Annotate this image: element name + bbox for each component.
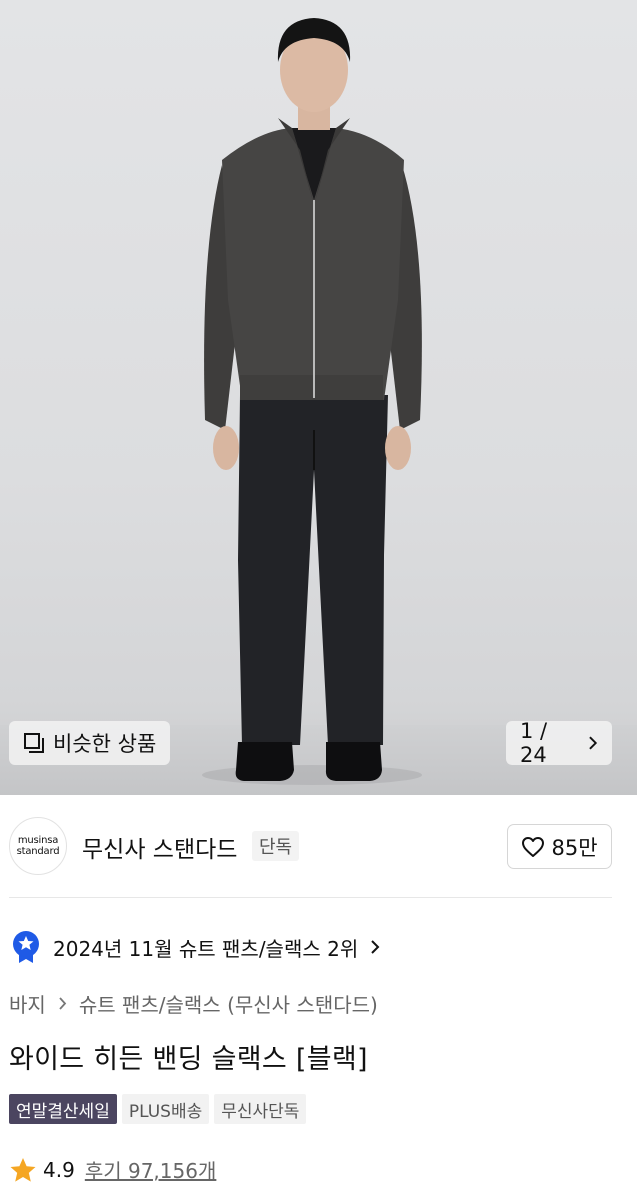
- image-counter-button[interactable]: 1 / 24: [506, 719, 612, 767]
- brand-logo-line1: musinsa: [17, 835, 59, 846]
- product-title: 와이드 히든 밴딩 슬랙스 [블랙]: [9, 1044, 368, 1075]
- brand-name[interactable]: 무신사 스탠다드: [82, 830, 237, 864]
- tag-plus-delivery: PLUS배송: [121, 1094, 210, 1124]
- heart-outline-icon: [522, 836, 545, 857]
- star-icon: [10, 1157, 36, 1182]
- ranking-link[interactable]: 2024년 11월 슈트 팬츠/슬랙스 2위: [11, 928, 380, 966]
- breadcrumb-item-pants[interactable]: 바지: [9, 989, 46, 1018]
- ranking-text: 2024년 11월 슈트 팬츠/슬랙스 2위: [53, 936, 359, 961]
- brand-row: musinsa standard 무신사 스탠다드 단독 85만: [0, 812, 637, 882]
- breadcrumb: 바지 슈트 팬츠/슬랙스 (무신사 스탠다드): [9, 989, 378, 1018]
- chevron-right-icon: [371, 940, 380, 954]
- breadcrumb-item-category[interactable]: 슈트 팬츠/슬랙스 (무신사 스탠다드): [79, 989, 378, 1018]
- exclusive-badge: 단독: [252, 831, 300, 861]
- product-image[interactable]: 비슷한 상품 1 / 24: [0, 0, 637, 795]
- image-counter: 1 / 24: [520, 719, 548, 767]
- tag-sale: 연말결산세일: [9, 1094, 117, 1124]
- tag-exclusive: 무신사단독: [214, 1094, 307, 1124]
- brand-logo-line2: standard: [16, 846, 60, 857]
- rating-score: 4.9: [43, 1157, 75, 1182]
- like-count: 85만: [551, 835, 598, 860]
- similar-items-icon: [24, 733, 44, 753]
- chevron-right-icon: [589, 736, 598, 750]
- like-button[interactable]: 85만: [507, 824, 612, 869]
- divider: [9, 897, 612, 898]
- similar-items-button[interactable]: 비슷한 상품: [9, 721, 171, 765]
- model-illustration: [202, 18, 422, 785]
- brand-logo[interactable]: musinsa standard: [9, 817, 67, 875]
- product-tags: 연말결산세일 PLUS배송 무신사단독: [9, 1094, 307, 1124]
- rating-row: 4.9 후기 97,156개: [9, 1155, 216, 1184]
- review-count-link[interactable]: 후기 97,156개: [85, 1155, 217, 1184]
- chevron-right-icon: [59, 997, 67, 1010]
- similar-items-label: 비슷한 상품: [53, 732, 157, 756]
- ranking-badge-icon: [13, 931, 39, 963]
